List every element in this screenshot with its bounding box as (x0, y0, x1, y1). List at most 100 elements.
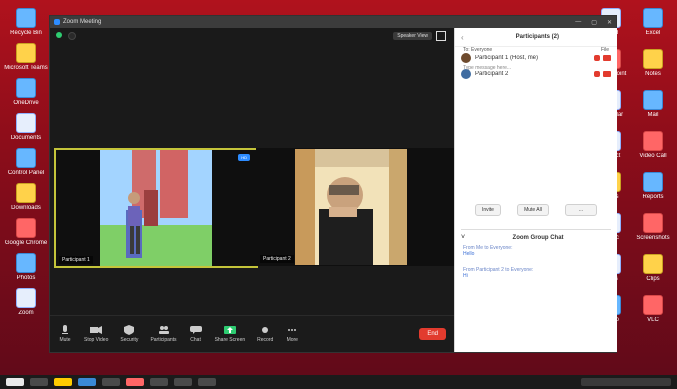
invite-button[interactable]: Invite (475, 204, 501, 216)
stop-video-button[interactable]: Stop Video (84, 325, 108, 343)
avatar (461, 53, 471, 63)
clips-icon (643, 254, 663, 274)
video-stage: Speaker View HD Participant 1 Participan… (50, 28, 458, 352)
reports-icon (643, 172, 663, 192)
video-camera-icon (90, 326, 103, 334)
desktop-icon[interactable]: Documents (4, 113, 48, 142)
documents-icon (16, 113, 36, 133)
video-tile[interactable]: HD Participant 1 (54, 148, 258, 268)
video-off-icon[interactable] (603, 55, 611, 61)
chat-icon (189, 326, 202, 334)
desktop-icon[interactable]: Screenshots (633, 213, 673, 242)
fullscreen-icon[interactable] (436, 31, 446, 41)
desktop-icon[interactable]: Reports (633, 172, 673, 201)
desktop-icon[interactable]: Zoom (4, 288, 48, 317)
speaker-view-button[interactable]: Speaker View (393, 32, 432, 40)
more-options-button[interactable]: ... (565, 204, 597, 216)
excel-icon (643, 8, 663, 28)
desktop-icon[interactable]: OneDrive (4, 78, 48, 107)
chevron-left-icon[interactable]: ‹ (461, 33, 464, 42)
meeting-toolbar: Mute Stop Video Security Participants Ch… (50, 315, 454, 352)
participant-name-tag: Participant 1 (59, 256, 93, 264)
security-button[interactable]: Security (120, 325, 138, 343)
zoom-titlebar: Zoom Meeting — ▢ ✕ (50, 16, 616, 28)
encryption-icon (68, 32, 76, 40)
taskbar (0, 375, 677, 389)
side-panel: ‹ Participants (2) Participant 1 (Host, … (454, 28, 617, 352)
pin-badge: HD (238, 154, 250, 161)
browser-icon[interactable] (78, 378, 96, 386)
window-title: Zoom Meeting (63, 19, 102, 25)
app-icon[interactable] (174, 378, 192, 386)
chat-message: From Participant 2 to Everyone: Hi (463, 267, 534, 279)
app-icon[interactable] (198, 378, 216, 386)
zoom-app-icon (16, 288, 36, 308)
microphone-muted-icon[interactable] (594, 71, 600, 77)
app-icon[interactable] (150, 378, 168, 386)
store-icon[interactable] (102, 378, 120, 386)
microphone-muted-icon[interactable] (594, 55, 600, 61)
zoom-logo-icon (54, 19, 60, 25)
share-screen-icon (223, 326, 236, 334)
chat-input[interactable]: Type message here... (463, 65, 609, 71)
search-icon[interactable] (30, 378, 48, 386)
maximize-icon[interactable]: ▢ (591, 19, 597, 26)
desktop-icon[interactable]: Video Call (633, 131, 673, 160)
mute-button[interactable]: Mute (58, 325, 72, 343)
participants-title: Participants (2) (515, 34, 560, 40)
chrome-icon (16, 218, 36, 238)
video-off-icon[interactable] (603, 71, 611, 77)
participant-name-tag: Participant 2 (260, 255, 294, 263)
participants-header: ‹ Participants (2) (455, 28, 617, 47)
chevron-down-icon[interactable]: ˅ (461, 234, 465, 241)
desktop-icon[interactable]: Clips (633, 254, 673, 283)
mute-all-button[interactable]: Mute All (517, 204, 549, 216)
microphone-icon (62, 325, 68, 334)
to-everyone-select[interactable]: To: Everyone (463, 47, 492, 53)
chat-button[interactable]: Chat (189, 325, 203, 343)
desktop-icon[interactable]: Photos (4, 253, 48, 282)
zoom-taskbar-icon[interactable] (126, 378, 144, 386)
chat-header: ˅ Zoom Group Chat (461, 229, 611, 241)
close-icon[interactable]: ✕ (607, 19, 612, 26)
participants-icon (158, 326, 169, 334)
mail-icon (643, 90, 663, 110)
video-feed-2 (257, 149, 457, 265)
end-meeting-button[interactable]: End (419, 328, 446, 340)
chat-footer: To: Everyone File (463, 47, 609, 53)
onedrive-icon (16, 78, 36, 98)
desktop-icon[interactable]: Notes (633, 49, 673, 78)
chat-messages: From Me to Everyone: Hello From Particip… (463, 245, 609, 289)
desktop-icon[interactable]: Google Chrome (4, 218, 48, 247)
downloads-icon (16, 183, 36, 203)
desktop-icon[interactable]: Microsoft Teams (4, 43, 48, 72)
more-icon (288, 329, 297, 331)
video-tile[interactable]: Participant 2 (256, 148, 458, 266)
desktop-icon[interactable]: Excel (633, 8, 673, 37)
desktop-icon[interactable]: VLC (633, 295, 673, 324)
connection-status-icon (56, 32, 62, 38)
chat-message: From Me to Everyone: Hello (463, 245, 513, 257)
participants-actions: Invite Mute All ... (475, 204, 597, 216)
control-panel-icon (16, 148, 36, 168)
desktop-icon[interactable]: Recycle Bin (4, 8, 48, 37)
desktop-icon[interactable]: Control Panel (4, 148, 48, 177)
share-screen-button[interactable]: Share Screen (215, 325, 245, 343)
notes-icon (643, 49, 663, 69)
file-explorer-icon[interactable] (54, 378, 72, 386)
start-icon[interactable] (6, 378, 24, 386)
shield-icon (124, 325, 135, 335)
file-button[interactable]: File (601, 47, 609, 53)
minimize-icon[interactable]: — (575, 19, 581, 26)
record-button[interactable]: Record (257, 325, 273, 343)
desktop-icon[interactable]: Mail (633, 90, 673, 119)
video-call-icon (643, 131, 663, 151)
more-button[interactable]: More (285, 325, 299, 343)
participant-row[interactable]: Participant 1 (Host, me) (461, 53, 611, 63)
participants-button[interactable]: Participants (150, 325, 177, 343)
zoom-window: Zoom Meeting — ▢ ✕ Speaker View HD Parti… (50, 16, 617, 352)
desktop-icon[interactable]: Downloads (4, 183, 48, 212)
photos-icon (16, 253, 36, 273)
system-tray (581, 378, 671, 386)
recycle-bin-icon (16, 8, 36, 28)
